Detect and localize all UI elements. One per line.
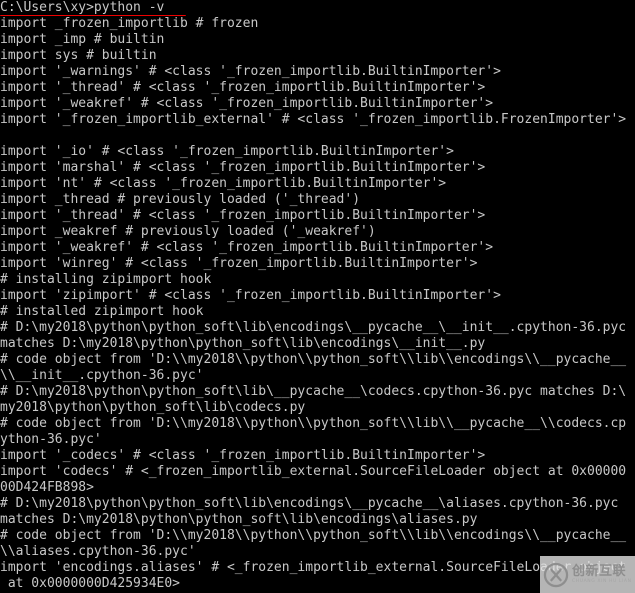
console-line: import 'marshal' # <class '_frozen_impor… [0, 160, 486, 175]
prompt-line: C:\Users\xy>python -v [0, 0, 635, 16]
console-line: # installing zipimport hook [0, 272, 212, 287]
watermark-text-block: 创新互联 CHUANG XIN HU LIAN [572, 565, 632, 585]
console-line: import '_io' # <class '_frozen_importlib… [0, 144, 454, 159]
console-line: # code object from 'D:\\my2018\\python\\… [0, 416, 627, 431]
console-line: # D:\my2018\python\python_soft\lib\encod… [0, 496, 619, 511]
terminal-window[interactable]: C:\Users\xy>python -v import _frozen_impo… [0, 0, 635, 593]
console-line: import _frozen_importlib # frozen [0, 16, 259, 31]
console-line: # code object from 'D:\\my2018\\python\\… [0, 528, 627, 543]
console-line: import '_warnings' # <class '_frozen_imp… [0, 64, 501, 79]
console-line: \\__init__.cpython-36.pyc' [0, 368, 204, 383]
console-line: import 'nt' # <class '_frozen_importlib.… [0, 176, 447, 191]
console-output: C:\Users\xy>python -v import _frozen_impo… [0, 0, 635, 592]
console-line: import 'winreg' # <class '_frozen_import… [0, 256, 478, 271]
console-line: import 'codecs' # <_frozen_importlib_ext… [0, 464, 627, 479]
prompt-line-text: C:\Users\xy>python -v [0, 0, 165, 15]
console-line: 00D424FB898> [0, 480, 94, 495]
console-line: matches D:\my2018\python\python_soft\lib… [0, 336, 486, 351]
console-line: import '_frozen_importlib_external' # <c… [0, 112, 627, 127]
console-line: import 'zipimport' # <class '_frozen_imp… [0, 288, 501, 303]
console-line: import '_weakref' # <class '_frozen_impo… [0, 96, 494, 111]
console-line: import sys # builtin [0, 48, 157, 63]
console-line: import '_codecs' # <class '_frozen_impor… [0, 448, 486, 463]
watermark: 创新互联 CHUANG XIN HU LIAN [540, 556, 635, 593]
console-line: import '_thread' # <class '_frozen_impor… [0, 80, 486, 95]
console-line: import _imp # builtin [0, 32, 165, 47]
watermark-chinese-text: 创新互联 [572, 563, 627, 579]
console-line: my2018\python\python_soft\lib\codecs.py [0, 400, 306, 415]
console-line: # installed zipimport hook [0, 304, 204, 319]
console-line: matches D:\my2018\python\python_soft\lib… [0, 512, 478, 527]
console-line: # D:\my2018\python\python_soft\lib\__pyc… [0, 384, 627, 399]
console-line: # D:\my2018\python\python_soft\lib\encod… [0, 320, 627, 335]
console-line: import _weakref # previously loaded ('_w… [0, 224, 376, 239]
red-underline-annotation [0, 15, 186, 16]
console-line: ython-36.pyc' [0, 432, 102, 447]
console-line: import _thread # previously loaded ('_th… [0, 192, 361, 207]
watermark-pinyin-text: CHUANG XIN HU LIAN [572, 578, 632, 584]
console-line: import '_thread' # <class '_frozen_impor… [0, 208, 486, 223]
x-in-circle-logo-icon [543, 562, 569, 587]
console-line: import '_weakref' # <class '_frozen_impo… [0, 240, 494, 255]
console-line: # code object from 'D:\\my2018\\python\\… [0, 352, 627, 367]
